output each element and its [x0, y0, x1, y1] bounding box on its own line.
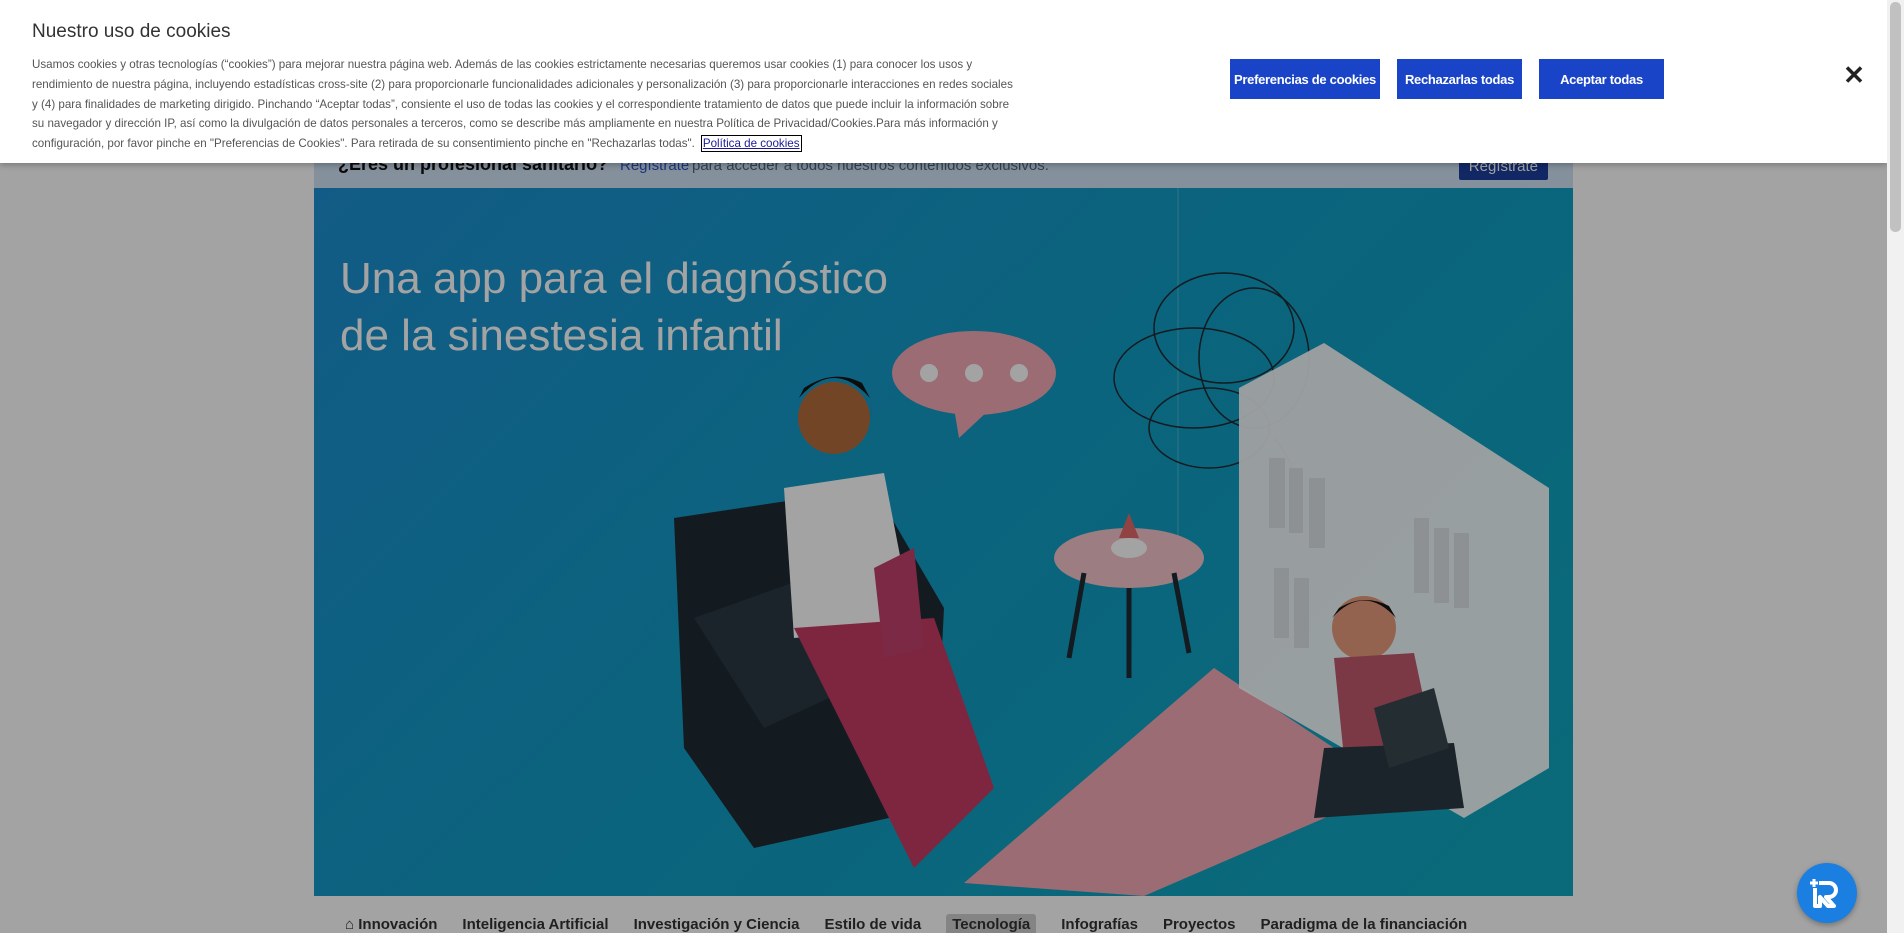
cookie-banner: Nuestro uso de cookies Usamos cookies y … — [0, 0, 1887, 163]
cookie-policy-link[interactable]: Política de cookies — [700, 135, 802, 153]
cookie-title: Nuestro uso de cookies — [32, 21, 231, 42]
chat-assistant-icon — [1810, 879, 1838, 908]
scrollbar[interactable] — [1887, 0, 1904, 933]
scrollbar-thumb[interactable] — [1890, 2, 1901, 232]
cookie-text: Usamos cookies y otras tecnologías (“coo… — [32, 55, 1018, 154]
chat-widget-button[interactable] — [1797, 863, 1857, 923]
close-icon[interactable]: ✕ — [1843, 62, 1865, 88]
cookie-body: Usamos cookies y otras tecnologías (“coo… — [32, 58, 1013, 151]
cookie-preferences-button[interactable]: Preferencias de cookies — [1230, 59, 1380, 99]
accept-all-button[interactable]: Aceptar todas — [1539, 59, 1664, 99]
reject-all-button[interactable]: Rechazarlas todas — [1397, 59, 1522, 99]
